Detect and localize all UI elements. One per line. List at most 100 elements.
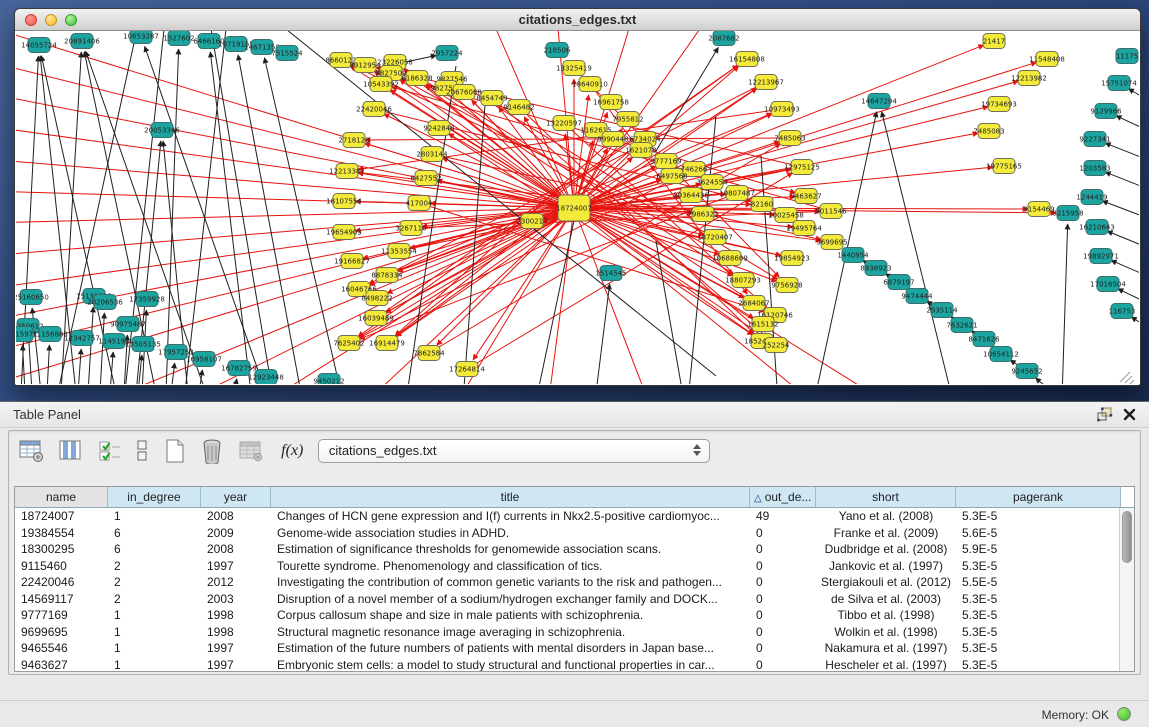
table-cell-short: Franke et al. (2009): [816, 525, 956, 542]
column-header-title[interactable]: title: [271, 487, 750, 507]
table-cell-title: Corpus callosum shape and size in male p…: [271, 607, 750, 624]
graph-node-label: 17264814: [449, 366, 485, 374]
graph-node-label: 8498222: [361, 295, 392, 303]
delete-icon[interactable]: [200, 438, 224, 464]
graph-node-label: 20053346: [144, 127, 180, 135]
graph-node-label: 7957224: [431, 50, 463, 58]
table-row[interactable]: 1872400712008Changes of HCN gene express…: [15, 508, 1134, 525]
graph-edge: [78, 349, 81, 384]
graph-node-label: 15751074: [1101, 80, 1137, 88]
table-cell-in_degree: 6: [108, 541, 201, 558]
graph-node-label: 11353554: [381, 248, 417, 256]
float-panel-icon[interactable]: [1097, 407, 1113, 422]
graph-node-label: 3624554: [696, 179, 728, 187]
table-row[interactable]: 2242004622012Investigating the contribut…: [15, 574, 1134, 591]
graph-node-label: 2300217: [516, 218, 547, 226]
graph-node-label: 12342757: [64, 335, 100, 343]
graph-edge: [1128, 89, 1139, 111]
graph-edge: [184, 31, 228, 384]
table-cell-year: 2012: [201, 574, 271, 591]
graph-node-label: 3267110: [395, 225, 426, 233]
show-columns-icon[interactable]: [58, 439, 84, 463]
graph-node-label: 8938923: [860, 265, 891, 273]
graph-node-label: 16914479: [369, 340, 405, 348]
table-cell-in_degree: 2: [108, 558, 201, 575]
table-cell-name: 14569117: [15, 591, 108, 608]
table-cell-in_degree: 1: [108, 624, 201, 641]
table-cell-short: Tibbo et al. (1998): [816, 607, 956, 624]
graph-node-label: 7986322: [687, 211, 718, 219]
graph-edge: [574, 31, 716, 208]
table-row[interactable]: 977716911998Corpus callosum shape and si…: [15, 607, 1134, 624]
sort-ascending-icon: △: [754, 493, 762, 504]
table-cell-in_degree: 2: [108, 591, 201, 608]
graph-node-label: 2803144: [416, 151, 448, 159]
column-header-pagerank[interactable]: pagerank: [956, 487, 1121, 507]
graph-node-label: 2087682: [708, 35, 739, 43]
graph-node-label: 21417: [983, 38, 1005, 46]
network-view[interactable]: 8660123891295423226058982750910543392818…: [16, 31, 1139, 384]
select-all-icon[interactable]: [98, 439, 122, 463]
table-row[interactable]: 1456911722003Disruption of a novel membe…: [15, 591, 1134, 608]
table-cell-name: 18724007: [15, 508, 108, 525]
table-row[interactable]: 969969511998Structural magnetic resonanc…: [15, 624, 1134, 641]
graph-node-label: 14647294: [861, 98, 897, 106]
graph-edge: [16, 208, 574, 353]
graph-edge: [1105, 143, 1139, 167]
graph-node-label: 9154469: [1023, 206, 1054, 214]
column-header-short[interactable]: short: [816, 487, 956, 507]
graph-node-label: 8471626: [968, 336, 1000, 344]
graph-node-label: 19734693: [981, 101, 1017, 109]
window-titlebar[interactable]: citations_edges.txt: [15, 9, 1140, 31]
window-resize-grip[interactable]: [1120, 372, 1134, 384]
function-builder-icon[interactable]: f(x): [281, 442, 303, 460]
graph-node-label: 9245652: [1011, 368, 1042, 376]
table-row[interactable]: 911546021997Tourette syndrome. Phenomeno…: [15, 558, 1134, 575]
column-header-in_degree[interactable]: in_degree: [108, 487, 201, 507]
table-cell-name: 9463627: [15, 657, 108, 673]
table-scrollbar[interactable]: [1119, 508, 1134, 671]
graph-node-label: 16039489: [358, 315, 394, 323]
graph-node-label: 1527602: [163, 35, 194, 43]
table-panel-titlebar: Table Panel: [0, 402, 1149, 428]
table-panel-title: Table Panel: [13, 407, 81, 422]
graph-node-label: 1203583: [1079, 165, 1110, 173]
row-height-icon[interactable]: [135, 439, 149, 463]
column-header-out_de[interactable]: △out_de...: [750, 487, 816, 507]
table-row[interactable]: 946554611997Estimation of the future num…: [15, 640, 1134, 657]
graph-edge: [264, 58, 341, 384]
scrollbar-thumb[interactable]: [1122, 511, 1132, 563]
table-row[interactable]: 1938455462009Genome-wide association stu…: [15, 525, 1134, 542]
column-header-year[interactable]: year: [201, 487, 271, 507]
graph-node-label: 18107554: [326, 198, 362, 206]
table-cell-year: 2008: [201, 508, 271, 525]
table-cell-pagerank: 5.9E-5: [956, 541, 1121, 558]
table-panel: Table Panel: [0, 402, 1149, 700]
table-selector-dropdown[interactable]: citations_edges.txt: [318, 439, 710, 463]
close-panel-icon[interactable]: [1122, 406, 1137, 422]
graph-node-label: 19166827: [334, 258, 370, 266]
graph-node-label: 12213967: [748, 79, 784, 87]
graph-node-label: 7515524: [271, 50, 303, 58]
new-document-icon[interactable]: [163, 438, 187, 464]
graph-edge: [574, 208, 656, 384]
graph-node-label: 6879197: [883, 279, 914, 287]
graph-node-label: 18640910: [572, 81, 608, 89]
table-mode-icon[interactable]: [19, 439, 45, 463]
graph-node-label: 9450212: [313, 378, 344, 385]
table-cell-out_de: 0: [750, 607, 816, 624]
table-cell-in_degree: 1: [108, 607, 201, 624]
table-cell-pagerank: 5.3E-5: [956, 657, 1121, 673]
graph-node-label: 16154808: [729, 56, 765, 64]
table-cell-year: 1998: [201, 624, 271, 641]
table-row[interactable]: 1830029562008Estimation of significance …: [15, 541, 1134, 558]
table-cell-in_degree: 6: [108, 525, 201, 542]
table-cell-out_de: 0: [750, 624, 816, 641]
citation-network-graph[interactable]: 8660123891295423226058982750910543392818…: [16, 31, 1139, 384]
column-header-name[interactable]: name: [15, 487, 108, 507]
graph-node-label: 116753: [1109, 308, 1136, 316]
table-row[interactable]: 946362711997Embryonic stem cells: a mode…: [15, 657, 1134, 673]
graph-node-label: 9146482: [503, 104, 534, 112]
graph-node-label: 2718120: [338, 137, 369, 145]
table-cell-in_degree: 2: [108, 574, 201, 591]
